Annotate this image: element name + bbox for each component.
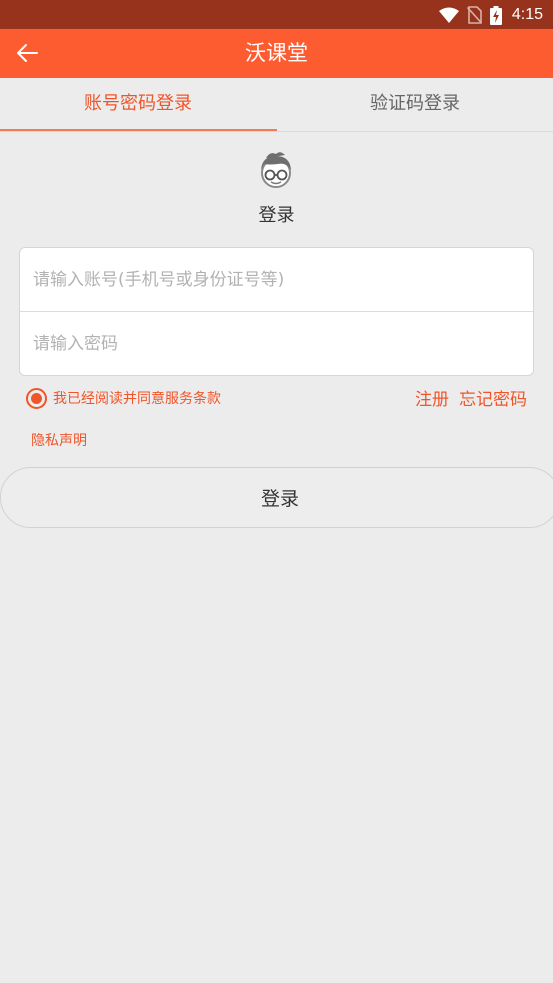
password-input[interactable]	[20, 312, 533, 375]
radio-checked-icon	[26, 387, 47, 409]
login-form	[19, 247, 534, 376]
page-title: 沃课堂	[245, 41, 308, 65]
wifi-icon	[438, 7, 459, 23]
app-bar: 沃课堂	[0, 29, 553, 78]
register-link[interactable]: 注册	[415, 385, 449, 410]
agree-terms-radio[interactable]: 我已经阅读并同意服务条款	[26, 387, 221, 409]
avatar-glasses-icon	[261, 152, 291, 188]
tab-active-indicator	[0, 129, 277, 131]
login-button[interactable]: 登录	[0, 467, 553, 528]
battery-charging-icon	[489, 5, 502, 25]
radio-dot	[31, 392, 42, 404]
agree-terms-label: 我已经阅读并同意服务条款	[53, 391, 221, 407]
status-time: 4:15	[511, 6, 543, 23]
arrow-left-icon	[17, 44, 38, 62]
forgot-password-link[interactable]: 忘记密码	[459, 385, 527, 410]
no-sim-icon	[466, 6, 482, 24]
tab-code-login[interactable]: 验证码登录	[277, 78, 553, 132]
account-input[interactable]	[20, 248, 533, 311]
login-heading: 登录	[258, 205, 295, 226]
login-tabs: 账号密码登录 验证码登录	[0, 78, 553, 132]
back-button[interactable]	[10, 37, 44, 69]
status-icons: 4:15	[438, 4, 543, 26]
privacy-statement-link[interactable]: 隐私声明	[31, 430, 87, 450]
status-bar: 4:15	[0, 0, 553, 29]
tab-password-login[interactable]: 账号密码登录	[0, 78, 276, 132]
